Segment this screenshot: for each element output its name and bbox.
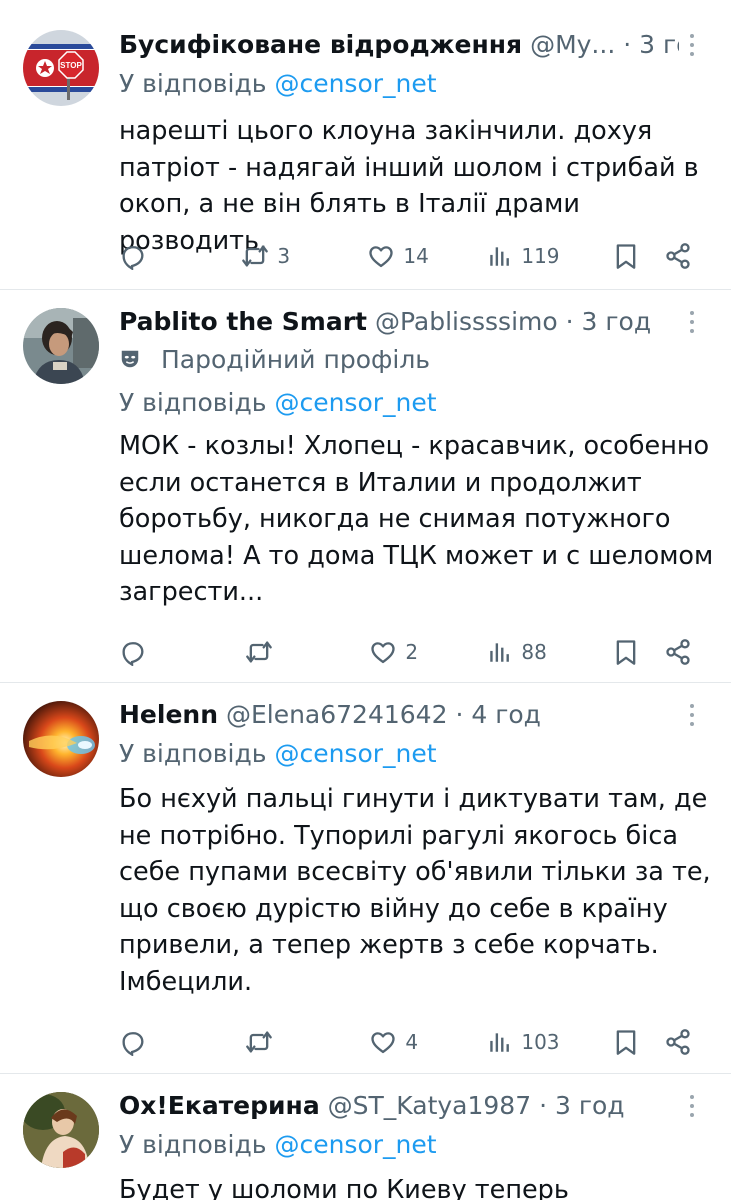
bookmark-icon <box>616 1029 636 1055</box>
view-count: 88 <box>521 639 547 664</box>
share-button[interactable] <box>664 630 692 670</box>
share-button[interactable] <box>664 234 692 274</box>
views-icon <box>490 1032 509 1052</box>
bookmark-button[interactable] <box>612 1020 640 1060</box>
reply-icon <box>122 641 144 667</box>
share-icon <box>666 638 690 665</box>
reply-prefix: У відповідь <box>119 739 267 768</box>
heart-icon <box>371 1031 395 1053</box>
avatar[interactable]: STOP <box>23 30 99 106</box>
avatar[interactable] <box>23 701 99 777</box>
tweet-header: Pablito the Smart @Pablissssimo · 3 год <box>119 302 679 342</box>
more-options-icon[interactable] <box>678 1092 706 1120</box>
parody-label: Пародійний профіль <box>160 345 431 374</box>
bookmark-button[interactable] <box>612 234 640 274</box>
bookmark-icon <box>616 243 636 269</box>
mention-link[interactable]: @censor_net <box>274 739 436 768</box>
timestamp[interactable]: 3 год <box>582 307 652 336</box>
user-handle[interactable]: @ST_Katya1987 <box>328 1091 531 1120</box>
stop-sign-text: STOP <box>60 61 82 70</box>
reply-context: У відповідь @censor_net <box>119 736 437 772</box>
tweet-header: Ох!Екатерина @ST_Katya1987 · 3 год <box>119 1086 679 1126</box>
action-bar: 2 88 <box>119 630 699 670</box>
display-name[interactable]: Бусифіковане відродження <box>119 30 522 59</box>
separator-dot: · <box>539 1091 548 1120</box>
avatar[interactable] <box>23 308 99 384</box>
views-button[interactable]: 88 <box>487 630 547 670</box>
timestamp[interactable]: 3 год <box>555 1091 625 1120</box>
display-name[interactable]: Pablito the Smart <box>119 307 367 336</box>
reply-context: У відповідь @censor_net <box>119 66 437 102</box>
separator-dot: · <box>565 307 574 336</box>
tweet-header: Helenn @Elena67241642 · 4 год <box>119 695 679 735</box>
share-icon <box>666 242 690 269</box>
user-handle[interactable]: @Pablissssimo <box>375 307 558 336</box>
display-name[interactable]: Helenn <box>119 700 218 729</box>
like-count: 4 <box>405 1029 419 1054</box>
avatar[interactable] <box>23 1092 99 1168</box>
parody-mask-icon <box>121 350 139 368</box>
like-button[interactable]: 14 <box>367 234 429 274</box>
like-button[interactable]: 4 <box>369 1020 418 1060</box>
like-count: 2 <box>405 639 419 664</box>
reply-button[interactable] <box>119 234 149 274</box>
share-button[interactable] <box>664 1020 692 1060</box>
reply-icon <box>122 1031 144 1057</box>
tweet[interactable]: Pablito the Smart @Pablissssimo · 3 год … <box>0 290 731 682</box>
repost-button[interactable] <box>245 630 275 670</box>
reply-prefix: У відповідь <box>119 69 267 98</box>
heart-icon <box>371 641 395 663</box>
mention-link[interactable]: @censor_net <box>274 69 436 98</box>
tweet-text: МОК - козлы! Хлопец - красавчик, особенн… <box>119 431 714 607</box>
reply-icon <box>122 245 144 271</box>
tweet-text: Бо нєхуй пальці гинути і диктувати там, … <box>119 784 711 997</box>
mention-link[interactable]: @censor_net <box>274 1130 436 1159</box>
repost-button[interactable]: 3 <box>241 234 290 274</box>
timestamp[interactable]: 4 год <box>471 700 541 729</box>
views-button[interactable]: 103 <box>487 1020 560 1060</box>
bookmark-icon <box>616 639 636 665</box>
more-options-icon[interactable] <box>678 308 706 336</box>
reply-prefix: У відповідь <box>119 388 267 417</box>
separator-dot: · <box>623 30 632 59</box>
parody-badge: Пародійний профіль <box>119 342 430 378</box>
reply-context: У відповідь @censor_net <box>119 1127 437 1163</box>
tweet[interactable]: STOP Бусифіковане відродження @Му... · 3… <box>0 0 731 290</box>
user-handle[interactable]: @Му... <box>530 30 615 59</box>
user-handle[interactable]: @Elena67241642 <box>226 700 448 729</box>
like-button[interactable]: 2 <box>369 630 418 670</box>
mention-link[interactable]: @censor_net <box>274 388 436 417</box>
like-count: 14 <box>403 243 429 268</box>
separator-dot: · <box>455 700 464 729</box>
views-icon <box>490 246 509 266</box>
more-options-icon[interactable] <box>678 701 706 729</box>
views-icon <box>490 642 509 662</box>
views-button[interactable]: 119 <box>487 234 560 274</box>
repost-count: 3 <box>277 243 291 268</box>
timestamp[interactable]: 3 год <box>639 30 679 59</box>
tweet[interactable]: Ох!Екатерина @ST_Katya1987 · 3 год У від… <box>0 1074 731 1200</box>
action-bar: 4 103 <box>119 1020 699 1060</box>
view-count: 103 <box>521 1029 560 1054</box>
share-icon <box>666 1028 690 1055</box>
repost-icon <box>246 641 272 662</box>
tweet-text: Будет у шоломи по Киеву теперь рассекать… <box>119 1175 569 1200</box>
reply-context: У відповідь @censor_net <box>119 385 437 421</box>
reply-button[interactable] <box>119 630 149 670</box>
display-name[interactable]: Ох!Екатерина <box>119 1091 320 1120</box>
repost-icon <box>242 245 268 266</box>
tweet-header: Бусифіковане відродження @Му... · 3 год <box>119 25 679 65</box>
tweet[interactable]: Helenn @Elena67241642 · 4 год У відповід… <box>0 683 731 1073</box>
more-options-icon[interactable] <box>678 31 706 59</box>
action-bar: 3 14 119 <box>119 234 699 274</box>
reply-prefix: У відповідь <box>119 1130 267 1159</box>
view-count: 119 <box>521 243 560 268</box>
reply-button[interactable] <box>119 1020 149 1060</box>
heart-icon <box>369 245 393 267</box>
bookmark-button[interactable] <box>612 630 640 670</box>
repost-icon <box>246 1031 272 1052</box>
repost-button[interactable] <box>245 1020 275 1060</box>
